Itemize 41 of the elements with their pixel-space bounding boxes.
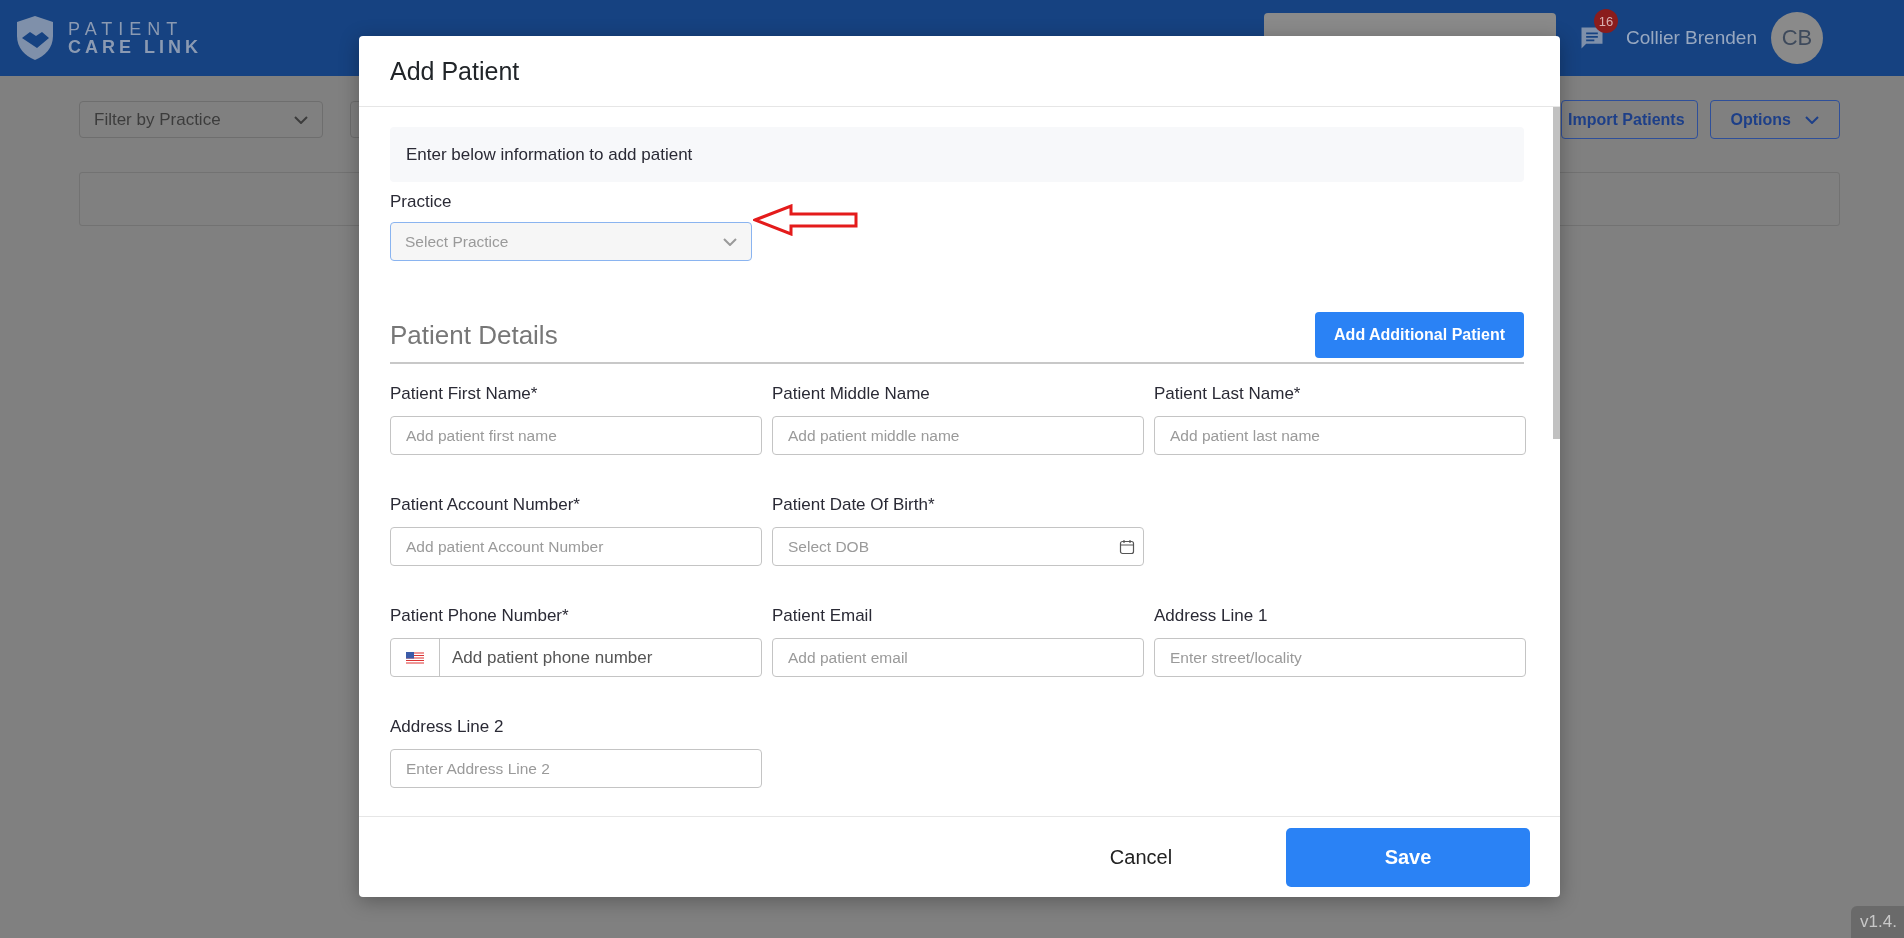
practice-filter[interactable]: Filter by Practice [79,101,323,138]
save-button[interactable]: Save [1286,827,1530,887]
field-label: Patient First Name* [390,384,539,404]
input-field[interactable]: Add patient Account Number [390,527,762,566]
field-label: Address Line 2 [390,717,505,737]
dialog-title: Add Patient [359,36,1560,107]
field-label: Patient Middle Name [772,384,931,404]
input-field[interactable]: Add patient middle name [772,416,1144,455]
input-field[interactable]: Enter street/locality [1154,638,1526,677]
field-label: Practice [390,192,453,212]
practice-select[interactable]: Select Practice [390,222,752,261]
user-name: Collier Brenden [1626,27,1757,49]
input-field[interactable]: Add patient last name [1154,416,1526,455]
cancel-button[interactable]: Cancel [1056,827,1226,887]
caret-icon [723,237,737,246]
caret-icon [1805,115,1819,124]
input-field[interactable]: Enter Address Line 2 [390,749,762,788]
intro-text: Enter below information to add patient [390,127,1524,182]
calendar-icon[interactable] [1119,538,1135,555]
field-label: Patient Email [772,606,874,626]
add-patient-button[interactable]: Add Additional Patient [1315,312,1524,358]
field-label: Patient Last Name* [1154,384,1302,404]
logo-text: PATIENT [68,20,185,38]
section-title: Patient Details [390,319,558,351]
notification-badge: 16 [1594,9,1618,33]
logo-text: CARE LINK [68,38,202,56]
phone-field[interactable]: Add patient phone number [390,638,762,677]
flag-icon[interactable] [406,651,424,664]
field-label: Patient Phone Number* [390,606,570,626]
version-badge: v1.4. [1851,906,1904,938]
field-label: Patient Account Number* [390,495,581,515]
field-label: Address Line 1 [1154,606,1269,626]
scrollbar-thumb[interactable] [1553,107,1560,439]
input-field[interactable]: Add patient email [772,638,1144,677]
user-avatar[interactable]: CB [1770,12,1823,64]
import-button[interactable]: Import Patients [1561,100,1698,139]
field-label: Patient Date Of Birth* [772,495,936,515]
caret-icon [294,115,308,124]
date-field[interactable]: Select DOB [772,527,1144,566]
input-field[interactable]: Add patient first name [390,416,762,455]
options-button[interactable]: Options [1709,100,1840,139]
